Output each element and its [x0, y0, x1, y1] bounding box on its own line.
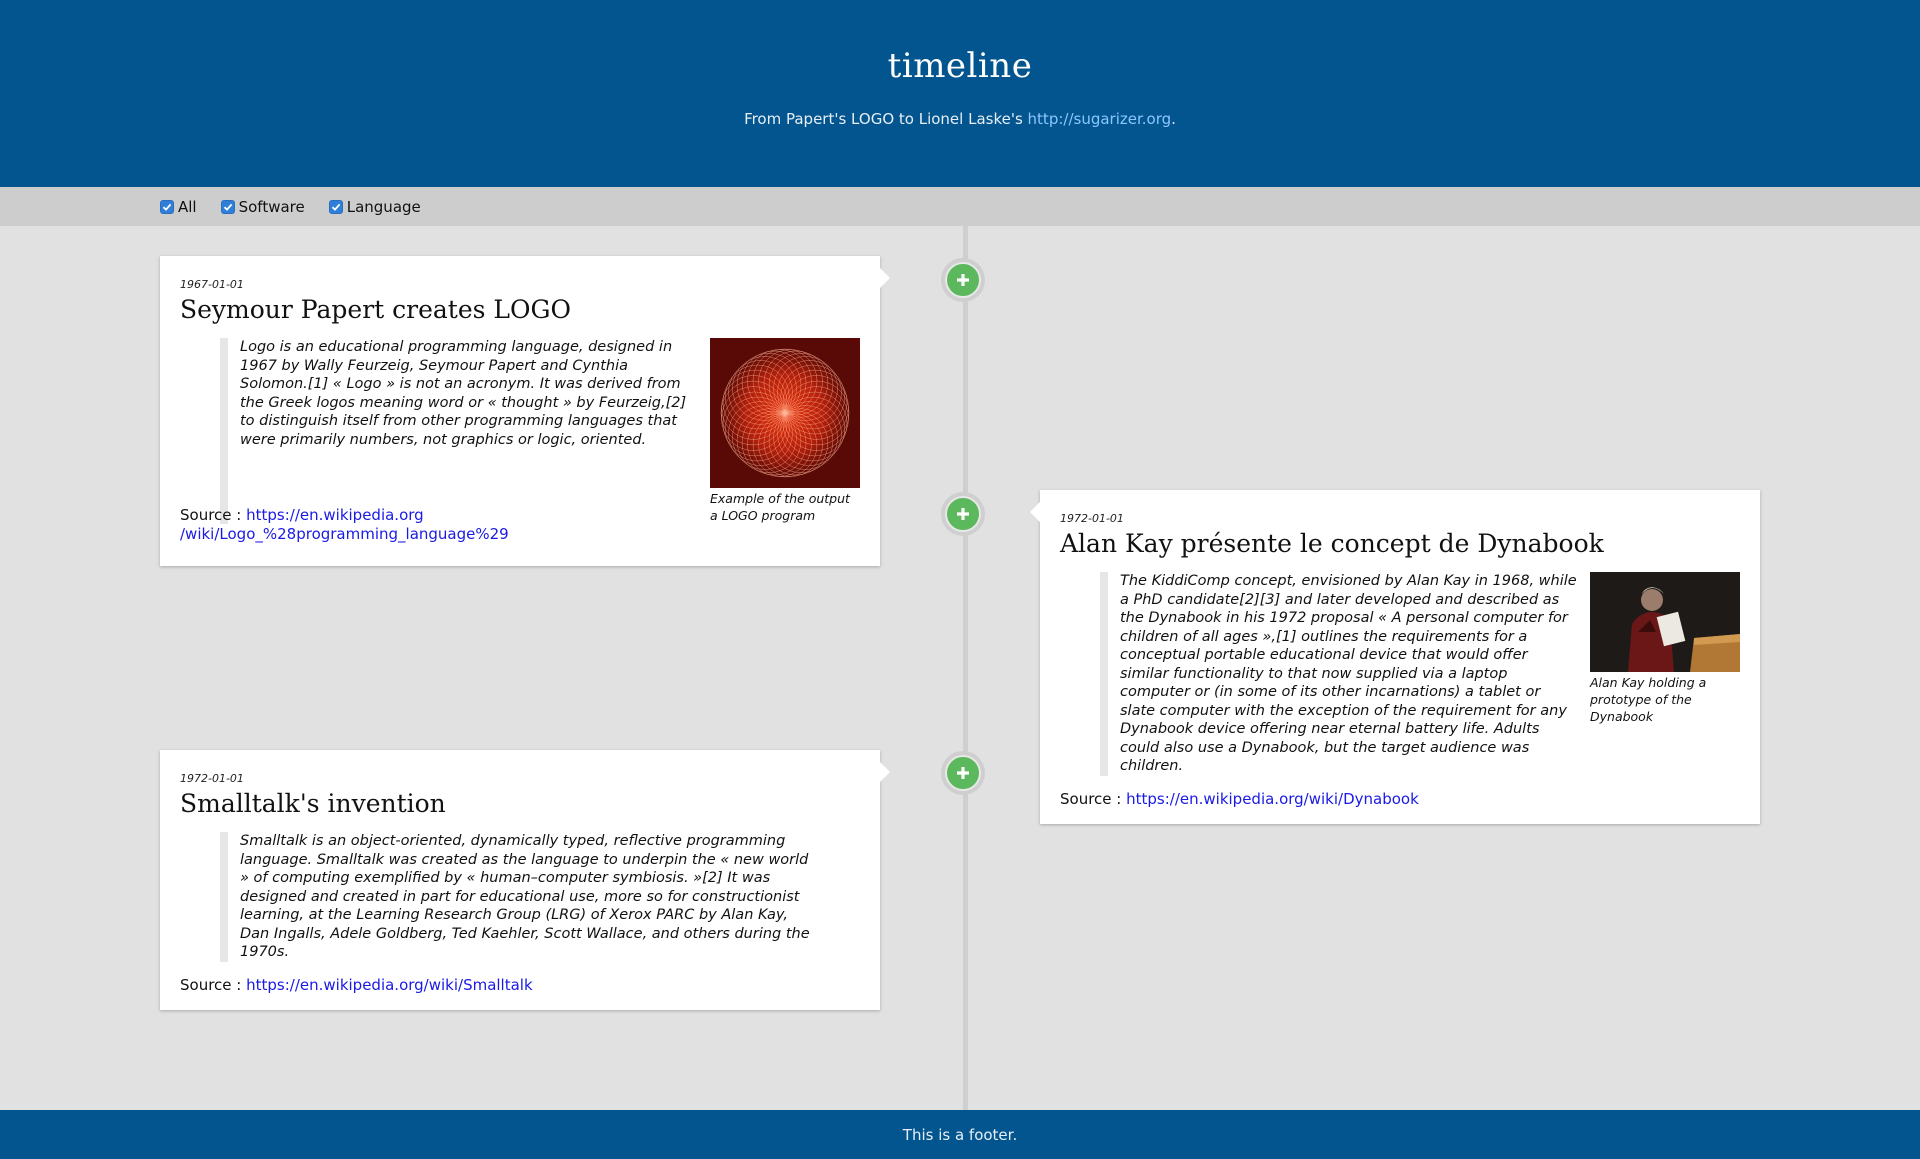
checkbox-language[interactable]: [328, 199, 343, 214]
event-description: The KiddiComp concept, envisioned by Ala…: [1100, 572, 1578, 776]
source-label: Source :: [1060, 789, 1127, 808]
figure-caption: Example of the output a LOGO program: [710, 491, 850, 523]
filter-all[interactable]: All: [160, 198, 197, 216]
timeline-card-logo: 1967-01-01 Seymour Papert creates LOGO L…: [160, 256, 890, 566]
plus-icon: [957, 767, 969, 779]
plus-icon: [957, 274, 969, 286]
event-description: Smalltalk is an object-oriented, dynamic…: [220, 832, 820, 962]
plus-icon: [957, 508, 969, 520]
timeline-node-expand[interactable]: [941, 258, 985, 302]
source-label: Source :: [180, 975, 247, 994]
figure-caption: Alan Kay holding a prototype of the Dyna…: [1590, 675, 1707, 724]
timeline-card-dynabook: 1972-01-01 Alan Kay présente le concept …: [1030, 490, 1760, 824]
footer-text: This is a footer.: [902, 1125, 1018, 1144]
timeline-line: [963, 226, 968, 1110]
timeline-card-smalltalk: 1972-01-01 Smalltalk's invention Smallta…: [160, 750, 890, 1010]
filter-label: All: [178, 197, 197, 216]
event-description: Logo is an educational programming langu…: [220, 338, 698, 524]
check-icon: [331, 203, 341, 211]
source-link[interactable]: https://en.wikipedia.org/wiki/Smalltalk: [246, 976, 533, 994]
filter-bar: All Software Language: [0, 187, 1920, 226]
source-label: Source :: [180, 506, 247, 524]
page-footer: This is a footer.: [0, 1110, 1920, 1159]
filter-language[interactable]: Language: [328, 197, 421, 216]
checkbox-software[interactable]: [220, 199, 235, 214]
event-title: Smalltalk's invention: [180, 789, 446, 818]
checkbox-all[interactable]: [160, 199, 174, 214]
page-header: timeline From Papert's LOGO to Lionel La…: [0, 0, 1920, 187]
logo-output-image: [710, 338, 860, 488]
event-source: Source : https://en.wikipedia.org/wiki/S…: [180, 976, 860, 995]
source-link[interactable]: https://en.wikipedia.org: [246, 506, 424, 524]
event-date: 1972-01-01: [1060, 512, 1124, 525]
event-figure: Example of the output a LOGO program: [710, 338, 860, 524]
timeline-node-expand[interactable]: [941, 492, 985, 536]
event-date: 1972-01-01: [180, 772, 244, 785]
filter-label: Language: [346, 197, 421, 216]
filter-software[interactable]: Software: [220, 197, 305, 216]
event-date: 1967-01-01: [180, 278, 244, 291]
page-title: timeline: [887, 46, 1033, 86]
source-link-continued[interactable]: /wiki/Logo_%28programming_language%29: [180, 525, 509, 543]
subtitle-suffix: .: [1171, 110, 1176, 128]
source-link[interactable]: https://en.wikipedia.org/wiki/Dynabook: [1126, 790, 1419, 808]
filter-label: Software: [238, 197, 305, 216]
subtitle-text: From Papert's LOGO to Lionel Laske's: [744, 110, 1028, 128]
check-icon: [162, 203, 172, 211]
event-source: Source : https://en.wikipedia.org/wiki/D…: [1060, 790, 1740, 809]
event-title: Seymour Papert creates LOGO: [180, 295, 571, 324]
timeline-node-expand[interactable]: [941, 751, 985, 795]
alan-kay-photo: [1590, 572, 1740, 672]
check-icon: [223, 203, 232, 211]
event-figure: Alan Kay holding a prototype of the Dyna…: [1590, 572, 1740, 776]
page-subtitle: From Papert's LOGO to Lionel Laske's htt…: [0, 110, 1920, 128]
event-title: Alan Kay présente le concept de Dynabook: [1060, 529, 1604, 558]
sugarizer-link[interactable]: http://sugarizer.org: [1028, 110, 1172, 128]
